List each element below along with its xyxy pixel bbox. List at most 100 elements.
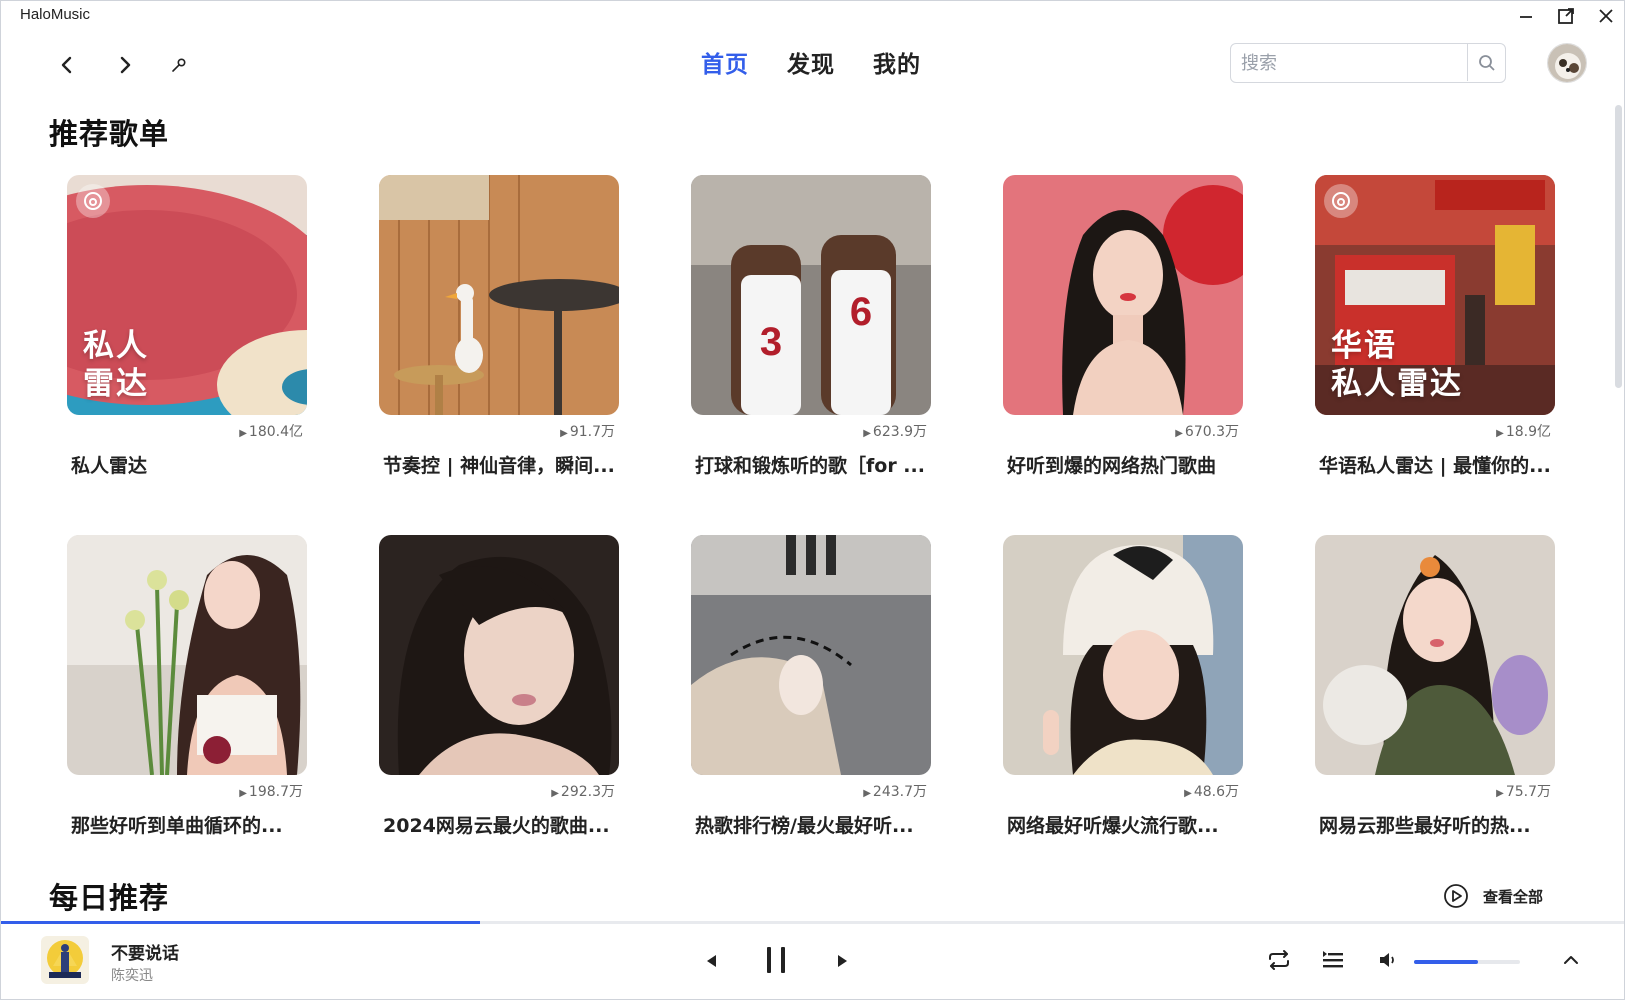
playlist-title[interactable]: 热歌排行榜/最火最好听... — [691, 811, 927, 838]
back-button[interactable] — [49, 47, 85, 83]
play-count-icon: ▶ — [863, 788, 871, 799]
section-title-recommended: 推荐歌单 — [49, 117, 170, 151]
play-count: ▶ 48.6万 — [1184, 784, 1239, 800]
play-count-icon: ▶ — [560, 428, 568, 439]
volume-icon — [1380, 953, 1394, 967]
repeat-icon — [1269, 950, 1289, 970]
playlist-cover: 华语 私人雷达 — [1315, 175, 1555, 415]
cover-art: 3 6 — [691, 175, 931, 415]
now-playing-cover[interactable] — [41, 936, 89, 984]
user-avatar[interactable] — [1547, 43, 1587, 83]
play-count: ▶ 180.4亿 — [239, 424, 303, 440]
play-count: ▶ 75.7万 — [1496, 784, 1551, 800]
playlist-card[interactable]: ▶ 243.7万 热歌排行榜/最火最好听... — [691, 535, 931, 838]
close-button[interactable] — [1586, 1, 1624, 31]
playlist-title[interactable]: 那些好听到单曲循环的... — [67, 811, 303, 838]
playlist-card[interactable]: ▶ 292.3万 2024网易云最火的歌曲... — [379, 535, 619, 838]
wrench-icon — [172, 58, 186, 72]
album-art — [41, 936, 89, 984]
now-playing-title[interactable]: 不要说话 — [111, 939, 179, 964]
playlist-card[interactable]: ▶ 91.7万 节奏控 | 神仙音律，瞬间... — [379, 175, 619, 478]
chevron-up-icon — [1564, 956, 1578, 964]
play-count-icon: ▶ — [551, 788, 559, 799]
settings-button[interactable] — [161, 47, 197, 83]
scrollbar-thumb[interactable] — [1615, 105, 1622, 388]
playlist-cover — [1315, 535, 1555, 775]
radar-badge — [1324, 184, 1358, 218]
playlist-cover — [379, 175, 619, 415]
chevron-right-icon — [120, 56, 131, 74]
tab-discover[interactable]: 发现 — [787, 45, 835, 79]
chevron-left-icon — [61, 56, 72, 74]
play-count-icon: ▶ — [1496, 788, 1504, 799]
playlist-cover: 私人 雷达 — [67, 175, 307, 415]
cover-art — [1003, 175, 1243, 415]
see-all-label: 查看全部 — [1483, 887, 1544, 906]
volume-button[interactable] — [1373, 944, 1405, 976]
cover-caption: 私人 雷达 — [83, 328, 149, 402]
playlist-title[interactable]: 私人雷达 — [67, 451, 303, 478]
cover-art — [379, 535, 619, 775]
playlist-card[interactable]: 3 6 ▶ 623.9万 打球和锻炼听的歌［for ... — [691, 175, 931, 478]
play-count-icon: ▶ — [239, 428, 247, 439]
svg-text:6: 6 — [850, 290, 872, 334]
playlist-card[interactable]: ▶ 75.7万 网易云那些最好听的热... — [1315, 535, 1555, 838]
forward-button[interactable] — [107, 47, 143, 83]
volume-slider[interactable] — [1414, 960, 1520, 964]
playlist-title[interactable]: 华语私人雷达 | 最懂你的... — [1315, 451, 1551, 478]
play-count: ▶ 198.7万 — [239, 784, 303, 800]
cover-art — [691, 535, 931, 775]
see-all-button[interactable]: 查看全部 — [1443, 883, 1543, 909]
queue-icon — [1323, 951, 1343, 968]
avatar-image — [1548, 44, 1586, 82]
play-count-icon: ▶ — [1175, 428, 1183, 439]
playlist-card[interactable]: 华语 私人雷达 ▶ 18.9亿 华语私人雷达 | 最懂你的... — [1315, 175, 1555, 478]
netease-logo-icon — [84, 192, 102, 210]
playlist-title[interactable]: 节奏控 | 神仙音律，瞬间... — [379, 451, 615, 478]
playlist-title[interactable]: 网易云那些最好听的热... — [1315, 811, 1551, 838]
playlist-card[interactable]: 私人 雷达 ▶ 180.4亿 私人雷达 — [67, 175, 307, 478]
playlist-title[interactable]: 打球和锻炼听的歌［for ... — [691, 451, 927, 478]
popout-icon — [1558, 8, 1574, 24]
title-bar: HaloMusic — [1, 1, 1624, 31]
popout-button[interactable] — [1546, 1, 1586, 31]
play-count-icon: ▶ — [863, 428, 871, 439]
play-count: ▶ 18.9亿 — [1496, 424, 1551, 440]
player-bar: 不要说话 陈奕迅 — [1, 924, 1624, 999]
playlist-title[interactable]: 好听到爆的网络热门歌曲 — [1003, 451, 1239, 478]
play-count-icon: ▶ — [1184, 788, 1192, 799]
next-button[interactable] — [831, 944, 855, 978]
play-count-icon: ▶ — [239, 788, 247, 799]
play-count: ▶ 292.3万 — [551, 784, 615, 800]
netease-logo-icon — [1332, 192, 1350, 210]
previous-button[interactable] — [699, 944, 723, 978]
minimize-icon — [1520, 16, 1532, 18]
search-input[interactable] — [1241, 50, 1461, 76]
now-playing-artist[interactable]: 陈奕迅 — [111, 965, 153, 985]
playlist-cover: 3 6 — [691, 175, 931, 415]
pause-button[interactable] — [759, 940, 793, 980]
playlist-title[interactable]: 网络最好听爆火流行歌... — [1003, 811, 1239, 838]
close-icon — [1599, 9, 1613, 23]
cover-art — [67, 535, 307, 775]
main-tabs: 首页 发现 我的 — [701, 45, 921, 79]
playlist-cover — [379, 535, 619, 775]
cover-art — [1315, 535, 1555, 775]
section-title-daily: 每日推荐 — [49, 881, 170, 915]
expand-player-button[interactable] — [1555, 944, 1587, 976]
tab-home[interactable]: 首页 — [701, 45, 749, 79]
playlist-queue-button[interactable] — [1317, 944, 1349, 976]
playlist-card[interactable]: ▶ 48.6万 网络最好听爆火流行歌... — [1003, 535, 1243, 838]
play-count: ▶ 623.9万 — [863, 424, 927, 440]
repeat-button[interactable] — [1263, 944, 1295, 976]
playlist-card[interactable]: ▶ 198.7万 那些好听到单曲循环的... — [67, 535, 307, 838]
radar-badge — [76, 184, 110, 218]
playlist-card[interactable]: ▶ 670.3万 好听到爆的网络热门歌曲 — [1003, 175, 1243, 478]
app-title: HaloMusic — [20, 6, 91, 23]
playlist-title[interactable]: 2024网易云最火的歌曲... — [379, 811, 615, 838]
tab-mine[interactable]: 我的 — [873, 45, 921, 79]
playlist-cover — [1003, 535, 1243, 775]
volume-slider-fill — [1414, 960, 1478, 964]
minimize-button[interactable] — [1506, 1, 1546, 31]
search-button[interactable] — [1467, 44, 1505, 81]
